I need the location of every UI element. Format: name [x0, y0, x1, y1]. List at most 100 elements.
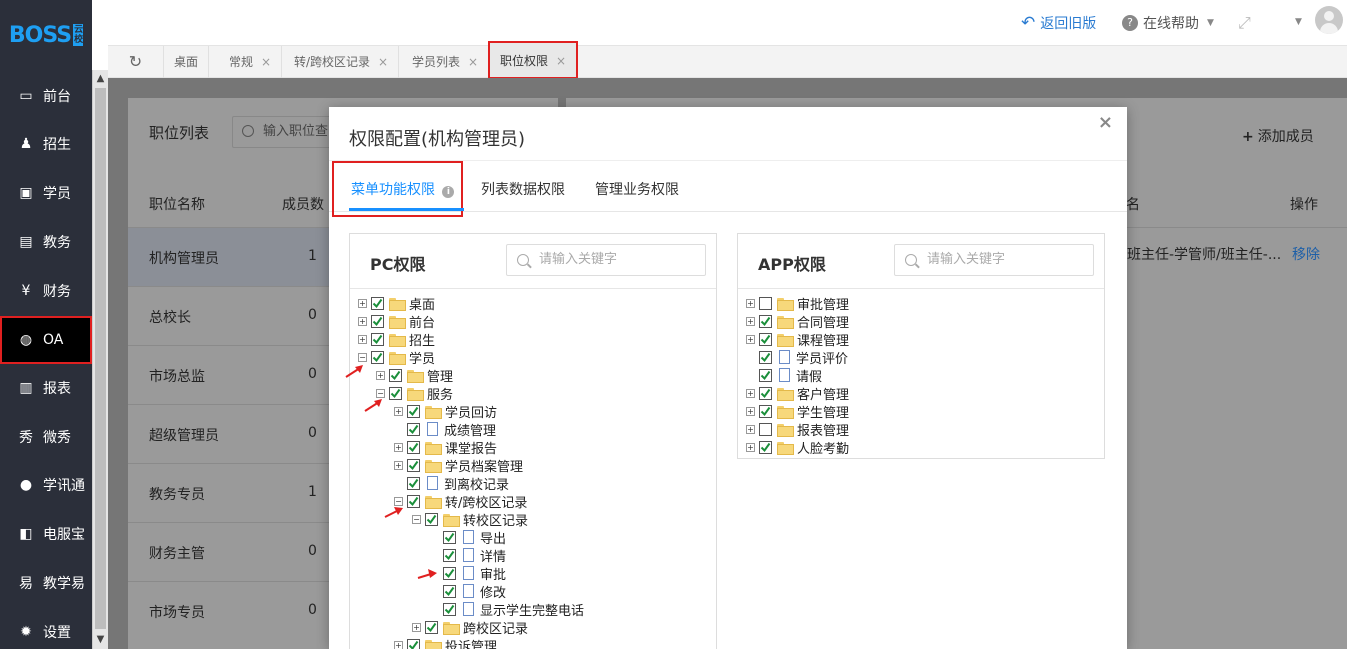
- node-label[interactable]: 投诉管理: [445, 636, 497, 649]
- sidebar-item[interactable]: ● 学讯通: [0, 463, 92, 507]
- node-checkbox[interactable]: [443, 566, 456, 580]
- node-label[interactable]: 学员回访: [445, 402, 497, 421]
- node-label[interactable]: 详情: [480, 546, 506, 565]
- collapse-icon[interactable]: −: [376, 388, 385, 398]
- node-checkbox[interactable]: [371, 332, 384, 346]
- node-checkbox[interactable]: [371, 350, 384, 364]
- node-checkbox[interactable]: [443, 548, 456, 562]
- node-label[interactable]: 学员: [409, 348, 435, 367]
- node-label[interactable]: 显示学生完整电话: [480, 600, 584, 619]
- page-tab[interactable]: 常规 ×: [219, 46, 283, 78]
- node-checkbox[interactable]: [759, 350, 772, 364]
- node-checkbox[interactable]: [759, 440, 772, 454]
- node-checkbox[interactable]: [443, 530, 456, 544]
- close-icon[interactable]: ×: [468, 55, 478, 69]
- node-label[interactable]: 课堂报告: [445, 438, 497, 457]
- close-icon[interactable]: ×: [556, 54, 566, 68]
- node-checkbox[interactable]: [759, 404, 772, 418]
- scroll-up-icon[interactable]: ▲: [93, 72, 108, 86]
- expand-icon[interactable]: +: [358, 316, 367, 326]
- node-checkbox[interactable]: [425, 512, 438, 526]
- close-icon[interactable]: ×: [261, 55, 271, 69]
- collapse-icon[interactable]: −: [358, 352, 367, 362]
- add-member-button[interactable]: + 添加成员: [1242, 126, 1314, 146]
- sidebar-item[interactable]: ¥ 财务: [0, 269, 92, 313]
- expand-icon[interactable]: +: [746, 406, 755, 416]
- node-label[interactable]: 导出: [480, 528, 506, 547]
- page-tab[interactable]: 桌面: [164, 46, 210, 78]
- expand-icon[interactable]: +: [376, 370, 385, 380]
- expand-icon[interactable]: +: [358, 334, 367, 344]
- node-label[interactable]: 招生: [409, 330, 435, 349]
- tab-menu-permissions[interactable]: 菜单功能权限 i: [351, 179, 455, 199]
- node-checkbox[interactable]: [759, 368, 772, 382]
- expand-icon[interactable]: +: [746, 334, 755, 344]
- node-checkbox[interactable]: [371, 314, 384, 328]
- sidebar-item[interactable]: ▤ 教务: [0, 220, 92, 264]
- node-label[interactable]: 报表管理: [797, 420, 849, 439]
- expand-icon[interactable]: +: [394, 640, 403, 649]
- node-checkbox[interactable]: [759, 422, 772, 436]
- app-search-input[interactable]: 请输入关键字: [894, 244, 1094, 276]
- node-label[interactable]: 人脸考勤: [797, 438, 849, 457]
- node-label[interactable]: 学生管理: [797, 402, 849, 421]
- node-checkbox[interactable]: [407, 458, 420, 472]
- node-checkbox[interactable]: [425, 620, 438, 634]
- node-label[interactable]: 审批: [480, 564, 506, 583]
- close-icon[interactable]: ×: [378, 55, 388, 69]
- expand-icon[interactable]: +: [394, 406, 403, 416]
- page-tab[interactable]: 职位权限 ×: [488, 41, 579, 79]
- sidebar-item[interactable]: 秀微秀: [0, 415, 92, 459]
- node-label[interactable]: 学员档案管理: [445, 456, 523, 475]
- node-checkbox[interactable]: [443, 584, 456, 598]
- node-label[interactable]: 跨校区记录: [463, 618, 528, 637]
- sidebar-item[interactable]: ◍ OA: [0, 316, 92, 364]
- tab-list-data-permissions[interactable]: 列表数据权限: [481, 179, 565, 199]
- expand-icon[interactable]: +: [746, 316, 755, 326]
- node-checkbox[interactable]: [759, 386, 772, 400]
- sidebar-item[interactable]: ▭ 前台: [0, 74, 92, 118]
- sidebar-scrollbar[interactable]: ▲ ▼: [92, 70, 108, 649]
- node-checkbox[interactable]: [759, 296, 772, 310]
- sidebar-item[interactable]: ▥ 报表: [0, 366, 92, 410]
- collapse-icon[interactable]: −: [412, 514, 421, 524]
- tab-business-permissions[interactable]: 管理业务权限: [595, 179, 679, 199]
- node-checkbox[interactable]: [443, 602, 456, 616]
- expand-icon[interactable]: +: [394, 442, 403, 452]
- brand-logo[interactable]: BOSS 云校: [0, 0, 92, 70]
- pc-search-input[interactable]: 请输入关键字: [506, 244, 706, 276]
- node-checkbox[interactable]: [389, 368, 402, 382]
- node-label[interactable]: 前台: [409, 312, 435, 331]
- expand-icon[interactable]: +: [412, 622, 421, 632]
- remove-link[interactable]: 移除: [1292, 244, 1320, 264]
- node-label[interactable]: 成绩管理: [444, 420, 496, 439]
- node-label[interactable]: 服务: [427, 384, 453, 403]
- node-label[interactable]: 课程管理: [797, 330, 849, 349]
- node-label[interactable]: 审批管理: [797, 294, 849, 313]
- expand-icon[interactable]: +: [358, 298, 367, 308]
- node-label[interactable]: 合同管理: [797, 312, 849, 331]
- sidebar-item[interactable]: ▣ 学员: [0, 171, 92, 215]
- node-label[interactable]: 管理: [427, 366, 453, 385]
- node-label[interactable]: 转/跨校区记录: [445, 492, 527, 511]
- node-checkbox[interactable]: [371, 296, 384, 310]
- scroll-down-icon[interactable]: ▼: [93, 633, 108, 647]
- node-checkbox[interactable]: [407, 404, 420, 418]
- node-label[interactable]: 修改: [480, 582, 506, 601]
- page-tab[interactable]: 转/跨校区记录 ×: [284, 46, 400, 78]
- expand-icon[interactable]: +: [746, 388, 755, 398]
- node-checkbox[interactable]: [407, 494, 420, 508]
- fullscreen-icon[interactable]: ⤢: [1238, 13, 1251, 33]
- node-label[interactable]: 到离校记录: [444, 474, 509, 493]
- node-label[interactable]: 请假: [796, 366, 822, 385]
- node-label[interactable]: 学员评价: [796, 348, 848, 367]
- expand-icon[interactable]: +: [746, 442, 755, 452]
- node-label[interactable]: 桌面: [409, 294, 435, 313]
- sidebar-item[interactable]: ✹ 设置: [0, 610, 92, 649]
- scroll-thumb[interactable]: [95, 88, 106, 629]
- node-checkbox[interactable]: [759, 314, 772, 328]
- node-checkbox[interactable]: [389, 386, 402, 400]
- online-help-menu[interactable]: ? 在线帮助 ▼: [1122, 13, 1214, 33]
- sidebar-item[interactable]: 易教学易: [0, 561, 92, 605]
- node-checkbox[interactable]: [759, 332, 772, 346]
